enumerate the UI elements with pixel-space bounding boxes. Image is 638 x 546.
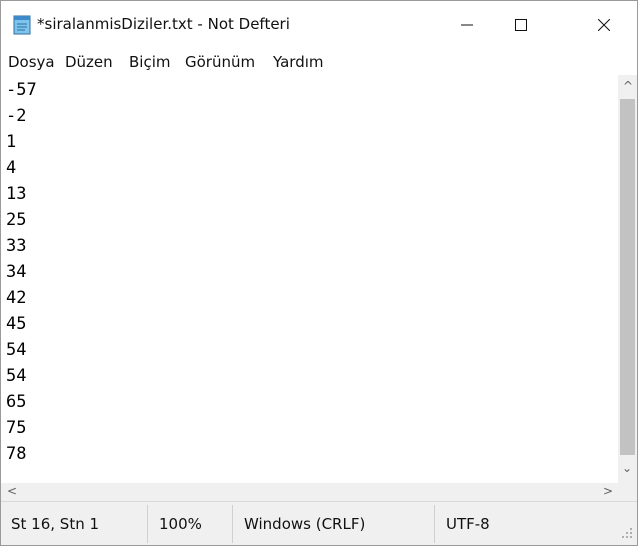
text-line: -57 (6, 80, 37, 100)
text-line: 33 (6, 236, 27, 256)
scroll-down-icon[interactable]: ⌄ (622, 461, 632, 475)
text-editor[interactable]: -57 -2 1 4 13 25 33 34 42 45 54 54 65 75… (1, 75, 618, 483)
window-title: *siralanmisDiziler.txt - Not Defteri (37, 15, 290, 33)
menu-dosya[interactable]: Dosya (8, 53, 55, 71)
line-ending: Windows (CRLF) (244, 515, 366, 533)
minimize-button[interactable] (444, 1, 490, 49)
scroll-left-icon[interactable]: < (7, 484, 17, 498)
text-line: -2 (6, 106, 27, 126)
status-divider (434, 505, 435, 543)
vertical-scroll-thumb[interactable] (620, 99, 635, 455)
maximize-icon (515, 19, 527, 31)
menu-bicim[interactable]: Biçim (129, 53, 170, 71)
scroll-up-icon[interactable]: ^ (623, 79, 633, 93)
resize-grip-icon[interactable] (621, 527, 633, 539)
horizontal-scrollbar[interactable]: < > (1, 483, 618, 501)
vertical-scrollbar[interactable]: ^ ⌄ (618, 75, 637, 483)
text-line: 25 (6, 210, 27, 230)
menu-bar: Dosya Düzen Biçim Görünüm Yardım (1, 49, 637, 75)
menu-duzen[interactable]: Düzen (65, 53, 113, 71)
close-button[interactable] (581, 1, 627, 49)
scrollbar-corner (618, 483, 637, 501)
maximize-button[interactable] (498, 1, 544, 49)
menu-gorunum[interactable]: Görünüm (185, 53, 255, 71)
text-line: 13 (6, 184, 27, 204)
text-line: 45 (6, 314, 27, 334)
text-line: 78 (6, 444, 27, 464)
notepad-icon (13, 15, 31, 35)
text-line: 54 (6, 366, 27, 386)
zoom-level: 100% (159, 515, 202, 533)
notepad-window: *siralanmisDiziler.txt - Not Defteri Dos… (0, 0, 638, 546)
text-line: 42 (6, 288, 27, 308)
menu-yardim[interactable]: Yardım (273, 53, 324, 71)
scroll-right-icon[interactable]: > (603, 484, 613, 498)
status-bar: St 16, Stn 1 100% Windows (CRLF) UTF-8 (1, 501, 637, 545)
text-line: 65 (6, 392, 27, 412)
text-line: 75 (6, 418, 27, 438)
title-bar[interactable]: *siralanmisDiziler.txt - Not Defteri (1, 1, 637, 49)
encoding: UTF-8 (446, 515, 490, 533)
text-line: 54 (6, 340, 27, 360)
cursor-position: St 16, Stn 1 (11, 515, 100, 533)
close-icon (598, 19, 610, 31)
text-line: 1 (6, 132, 17, 152)
minimize-icon (461, 24, 473, 26)
text-line: 4 (6, 158, 17, 178)
text-line: 34 (6, 262, 27, 282)
status-divider (232, 505, 233, 543)
status-divider (147, 505, 148, 543)
